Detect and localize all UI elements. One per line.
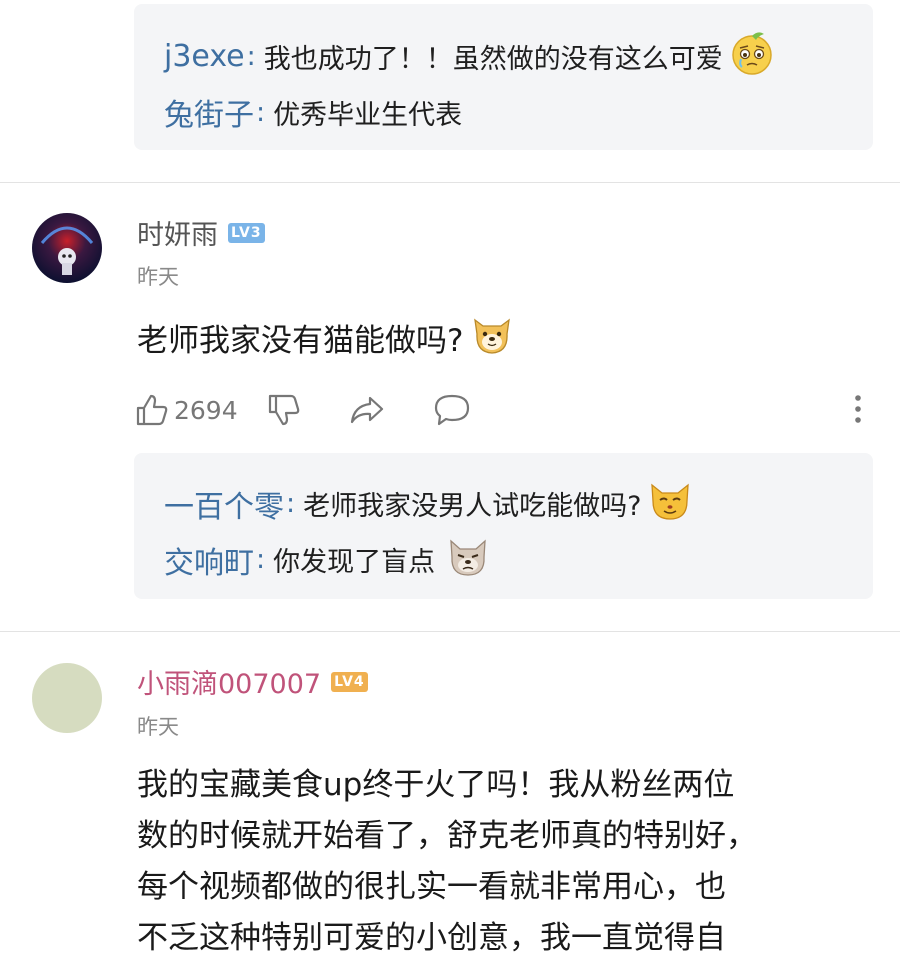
reply-box-top: j3exe : 我也成功了！！虽然做的没有这么可爱 兔街子 : 优秀毕业生代表 <box>134 4 873 150</box>
comment-actions: 2694 <box>134 388 472 432</box>
comment-line: 不乏这种特别可爱的小创意，我一直觉得自 <box>137 920 726 956</box>
comment-line: 每个视频都做的很扎实一看就非常用心，也 <box>137 869 726 905</box>
reply-colon: : <box>256 96 266 128</box>
comment-username[interactable]: 小雨滴007007 LV4 <box>137 662 368 701</box>
cat-face-icon <box>647 477 693 530</box>
comment-date: 昨天 <box>137 265 179 289</box>
dislike-button[interactable] <box>266 392 302 428</box>
sad-doge-icon <box>445 533 491 586</box>
thumbs-up-icon <box>136 394 168 426</box>
more-options-icon[interactable] <box>850 392 866 428</box>
share-button[interactable] <box>348 392 386 428</box>
comment-divider <box>0 631 900 632</box>
reply-item[interactable]: 兔街子 : 优秀毕业生代表 <box>164 90 462 134</box>
comment-divider <box>0 182 900 183</box>
comment-line: 数的时候就开始看了，舒克老师真的特别好， <box>137 818 757 854</box>
comment-body: 老师我家没有猫能做吗? <box>137 322 464 359</box>
reply-text: 老师我家没男人试吃能做吗? <box>303 491 642 522</box>
reply-text: 我也成功了！！虽然做的没有这么可爱 <box>263 44 723 75</box>
username-text[interactable]: 小雨滴007007 <box>137 662 321 701</box>
reply-item[interactable]: j3exe : 我也成功了！！虽然做的没有这么可爱 <box>164 30 775 83</box>
reply-item[interactable]: 交响町 : 你发现了盲点 <box>164 533 491 586</box>
avatar[interactable] <box>32 663 102 733</box>
username-text[interactable]: 时妍雨 <box>137 213 218 252</box>
reply-colon: : <box>246 41 256 72</box>
reply-text: 优秀毕业生代表 <box>273 99 463 131</box>
comment-text: 我的宝藏美食up终于火了吗！我从粉丝两位 数的时候就开始看了，舒克老师真的特别好… <box>137 760 837 964</box>
level-badge: LV4 <box>331 671 368 692</box>
thumbs-down-icon <box>268 394 299 426</box>
crying-face-icon <box>729 30 775 83</box>
comment-username[interactable]: 时妍雨 LV3 <box>137 213 265 252</box>
reply-colon: : <box>256 544 266 575</box>
reply-username[interactable]: 一百个零 <box>164 482 284 526</box>
avatar[interactable] <box>32 213 102 283</box>
reply-username[interactable]: j3exe <box>164 39 245 74</box>
reply-item[interactable]: 一百个零 : 老师我家没男人试吃能做吗? <box>164 477 693 530</box>
reply-button[interactable] <box>432 392 472 428</box>
like-button[interactable]: 2694 <box>134 392 238 428</box>
reply-box: 一百个零 : 老师我家没男人试吃能做吗? 交响町 : 你发现了盲点 <box>134 453 873 599</box>
doge-icon <box>469 310 515 364</box>
level-badge: LV3 <box>228 222 265 243</box>
comment-bubble-icon <box>434 394 469 426</box>
reply-username[interactable]: 交响町 <box>164 538 254 582</box>
comment-date: 昨天 <box>137 715 179 739</box>
share-icon <box>350 396 383 424</box>
like-count: 2694 <box>174 395 238 425</box>
reply-text: 你发现了盲点 <box>273 547 436 578</box>
comment-line: 我的宝藏美食up终于火了吗！我从粉丝两位 <box>137 767 735 803</box>
comment-text: 老师我家没有猫能做吗? <box>137 310 515 364</box>
reply-colon: : <box>286 488 296 519</box>
reply-username[interactable]: 兔街子 <box>164 90 254 134</box>
